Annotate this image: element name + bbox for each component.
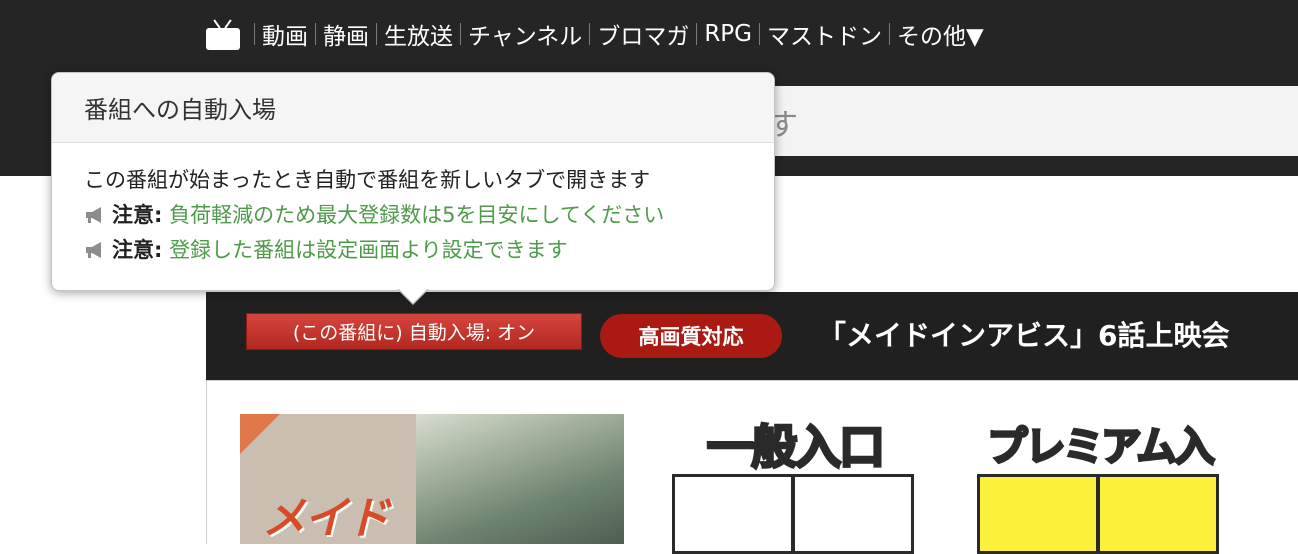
tooltip-note: 注意: 負荷軽減のため最大登録数は5を目安にしてください [84, 198, 774, 233]
nav-item-more[interactable]: その他▼ [897, 17, 984, 51]
nav-item-channel[interactable]: チャンネル [468, 17, 582, 51]
tooltip-body: この番組が始まったとき自動で番組を新しいタブで開きます 注意: 負荷軽減のため最… [52, 143, 774, 268]
nav-item-seiga[interactable]: 静画 [323, 17, 369, 51]
nav-separator [696, 23, 698, 45]
nav-separator [759, 23, 760, 45]
door-right [792, 474, 914, 554]
nav-separator [315, 23, 316, 45]
door-right [1097, 474, 1219, 554]
tooltip-note: 注意: 登録した番組は設定画面より設定できます [84, 233, 774, 268]
note-text: 登録した番組は設定画面より設定できます [169, 238, 568, 262]
note-label: 注意: [112, 238, 163, 262]
hq-badge: 高画質対応 [600, 314, 782, 358]
auto-entry-tooltip: 番組への自動入場 この番組が始まったとき自動で番組を新しいタブで開きます 注意:… [51, 72, 775, 305]
note-label: 注意: [112, 203, 163, 227]
megaphone-icon [86, 207, 101, 223]
nav-separator [589, 23, 591, 45]
note-text: 負荷軽減のため最大登録数は5を目安にしてください [169, 203, 665, 227]
nav-separator [889, 23, 890, 45]
program-header: (この番組に) 自動入場: オン 高画質対応 「メイドインアビス」6話上映会 [206, 292, 1298, 380]
general-entrance-label: 一般入口 [706, 419, 887, 476]
nav-separator [376, 23, 377, 45]
premium-entrance-button[interactable]: プレミアム入口 [975, 418, 1225, 554]
niconico-tv-icon[interactable] [205, 17, 241, 51]
general-entrance-button[interactable]: 一般入口 [670, 418, 920, 554]
megaphone-icon [86, 242, 101, 258]
program-thumbnail[interactable]: メイドイン [240, 414, 624, 544]
tv-screen [206, 28, 240, 50]
nav-separator [460, 23, 461, 45]
tooltip-title: 番組への自動入場 [52, 73, 774, 143]
thumbnail-corner [240, 414, 280, 454]
thumbnail-artwork [416, 414, 624, 544]
nav-item-mastodon[interactable]: マストドン [767, 17, 882, 51]
auto-entry-button[interactable]: (この番組に) 自動入場: オン [246, 313, 582, 350]
thumbnail-logo: メイドイン [262, 493, 390, 545]
nav-item-video[interactable]: 動画 [262, 17, 308, 51]
nav-item-live[interactable]: 生放送 [384, 17, 453, 51]
nav-item-rpg[interactable]: RPG [704, 21, 752, 47]
tooltip-description: この番組が始まったとき自動で番組を新しいタブで開きます [84, 168, 651, 192]
tooltip-arrow-fill [398, 288, 428, 303]
nav-item-blomaga[interactable]: ブロマガ [597, 17, 689, 51]
door-left [977, 474, 1099, 554]
program-title: 「メイドインアビス」6話上映会 [818, 319, 1230, 352]
door-left [672, 474, 794, 554]
global-nav: 動画 静画 生放送 チャンネル ブロマガ RPG マストドン その他▼ [205, 14, 984, 54]
nav-separator [254, 23, 255, 45]
